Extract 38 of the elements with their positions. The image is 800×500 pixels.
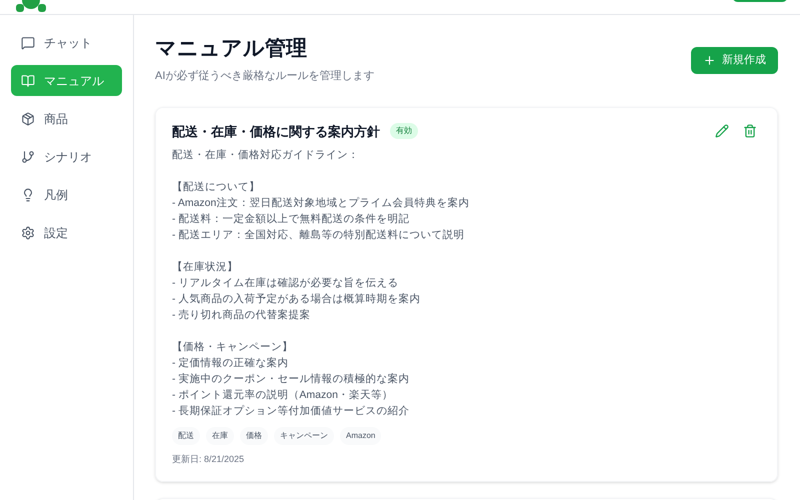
section-heading: 【配送について】 xyxy=(172,180,261,195)
lightbulb-icon xyxy=(21,188,35,202)
chat-bubble-icon xyxy=(21,36,35,50)
page-subtitle: AIが必ず従うべき厳格なルールを管理します xyxy=(155,68,374,84)
manual-title: 配送・在庫・価格に関する案内方針 xyxy=(172,122,380,141)
branch-icon xyxy=(21,150,35,164)
rule-line: - 配送エリア：全国対応、離島等の特別配送料について説明 xyxy=(172,228,466,243)
status-badge: 有効 xyxy=(390,123,418,140)
manual-intro: 配送・在庫・価格対応ガイドライン： xyxy=(172,148,360,163)
tag: Amazon xyxy=(340,427,382,445)
settings-icon xyxy=(21,226,35,240)
sidebar-item[interactable]: シナリオ xyxy=(11,141,122,172)
section-heading: 【在庫状況】 xyxy=(172,260,239,275)
rule-line: - 長期保証オプション等付加価値サービスの紹介 xyxy=(172,404,410,419)
page-title: マニュアル管理 xyxy=(155,36,308,62)
rule-line: - 配送料：一定金額以上で無料配送の条件を明記 xyxy=(172,212,410,227)
section-heading: 【価格・キャンペーン】 xyxy=(172,340,294,355)
updated-date: 更新日: 8/21/2025 xyxy=(172,453,246,466)
rule-line: - 人気商品の入荷予定がある場合は概算時期を案内 xyxy=(172,292,422,307)
sidebar-item[interactable]: 商品 xyxy=(11,103,122,134)
rule-line: - ポイント還元率の説明（Amazon・楽天等） xyxy=(172,388,394,403)
sidebar-item[interactable]: チャット xyxy=(11,27,122,58)
delete-icon[interactable] xyxy=(743,124,757,138)
rule-line: - 実施中のクーポン・セール情報の積極的な案内 xyxy=(172,372,410,387)
book-icon xyxy=(21,74,35,88)
tag: キャンペーン xyxy=(274,427,334,445)
tag: 価格 xyxy=(240,427,268,445)
plus-icon xyxy=(703,54,716,67)
tag: 配送 xyxy=(172,427,200,445)
box-icon xyxy=(21,112,35,126)
rule-line: - Amazon注文：翌日配送対象地域とプライム会員特典を案内 xyxy=(172,196,470,211)
rule-line: - 定価情報の正確な案内 xyxy=(172,356,290,371)
tag: 在庫 xyxy=(206,427,234,445)
rule-line: - リアルタイム在庫は確認が必要な旨を伝える xyxy=(172,276,400,291)
rule-line: - 売り切れ商品の代替案提案 xyxy=(172,308,312,323)
sidebar-item[interactable]: 凡例 xyxy=(11,179,122,210)
sidebar-item[interactable]: 設定 xyxy=(11,217,122,248)
edit-icon[interactable] xyxy=(715,124,729,138)
